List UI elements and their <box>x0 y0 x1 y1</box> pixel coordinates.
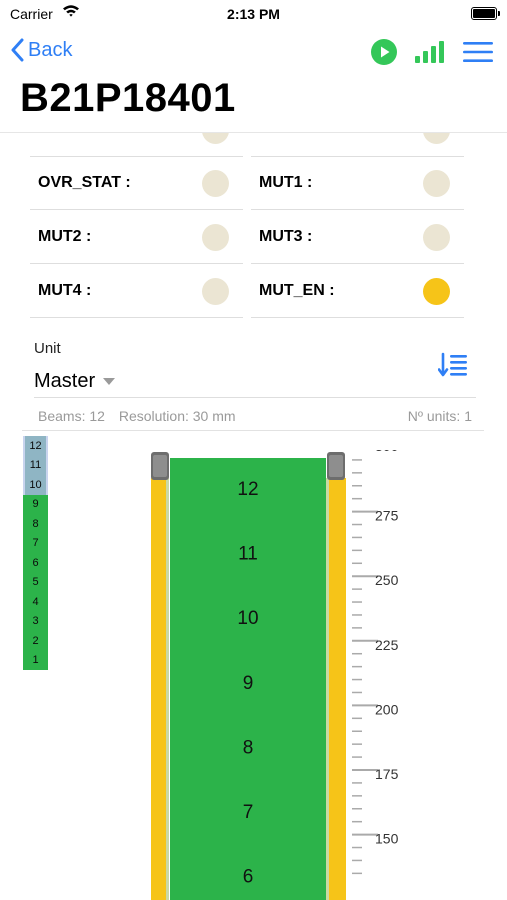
unit-label: Unit <box>34 340 61 357</box>
io-cell-mut-en: MUT_EN : <box>251 264 464 318</box>
chevron-down-icon <box>103 378 116 385</box>
page-title: B21P18401 <box>20 76 236 120</box>
io-cell-mut1: MUT1 : <box>251 156 464 210</box>
ruler-label-150: 150 <box>375 831 399 847</box>
io-cell-ovr-stat: OVR_STAT : <box>30 156 243 210</box>
io-cell-partial <box>251 133 464 157</box>
status-bar: Carrier 2:13 PM <box>0 0 507 28</box>
io-label: MUT_EN : <box>259 282 335 299</box>
ruler-label-225: 225 <box>375 637 399 653</box>
io-label: OVR_STAT : <box>38 174 131 191</box>
status-led <box>423 224 450 251</box>
ruler-label-275: 275 <box>375 508 399 524</box>
ruler-label-300: 300 <box>375 450 399 454</box>
ruler-label-175: 175 <box>375 766 399 782</box>
battery-icon <box>471 7 500 20</box>
emitter-cap-face <box>153 455 167 477</box>
io-cell-mut4: MUT4 : <box>30 264 243 318</box>
io-label: MUT3 : <box>259 228 313 245</box>
io-label: MUT2 : <box>38 228 92 245</box>
receiver-column <box>329 478 346 900</box>
status-led <box>423 133 450 144</box>
back-label: Back <box>28 38 73 61</box>
signal-strength-icon[interactable] <box>415 41 445 63</box>
ruler-label-200: 200 <box>375 701 399 717</box>
status-led <box>423 170 450 197</box>
beam-label-7: 7 <box>243 802 254 823</box>
receiver-cap-face <box>329 455 343 477</box>
info-divider <box>22 430 484 431</box>
beam-label-11: 11 <box>238 544 258 565</box>
status-led <box>202 170 229 197</box>
menu-icon[interactable] <box>463 41 493 63</box>
io-label: MUT4 : <box>38 282 92 299</box>
unit-dropdown[interactable]: Master <box>34 370 116 393</box>
resolution: Resolution: 30 mm <box>118 408 236 424</box>
sort-icon[interactable] <box>438 352 468 378</box>
beam-label-12: 12 <box>237 479 258 500</box>
unit-divider <box>34 397 476 398</box>
back-button[interactable]: Back <box>10 38 72 62</box>
emitter-edge <box>166 478 169 900</box>
navigation-bar: Back <box>0 30 507 76</box>
status-led <box>202 278 229 305</box>
status-led-active <box>423 278 450 305</box>
chevron-left-icon <box>11 38 24 62</box>
unit-value: Master <box>34 370 96 392</box>
io-cell-mut2: MUT2 : <box>30 210 243 264</box>
emitter-column <box>151 478 168 900</box>
unit-selector-block: Unit Master <box>34 340 476 392</box>
play-icon[interactable] <box>371 39 397 65</box>
beam-label-9: 9 <box>243 673 254 694</box>
beam-label-6: 6 <box>243 867 254 888</box>
beams-count: Beams: 12 <box>38 408 105 424</box>
units-count: Nº units: 1 <box>407 408 472 424</box>
status-led <box>202 133 229 144</box>
status-led <box>202 224 229 251</box>
receiver-edge <box>326 478 329 900</box>
io-cell-partial <box>30 133 243 157</box>
unit-info-row: Beams: 12 Resolution: 30 mm Nº units: 1 <box>38 408 472 424</box>
io-cell-mut3: MUT3 : <box>251 210 464 264</box>
beam-label-10: 10 <box>237 608 258 629</box>
io-status-grid: OVR_STAT : MUT1 : MUT2 : MUT3 : MUT4 : M… <box>0 133 507 319</box>
light-curtain-view: 12 11 10 9 8 7 6 300 275 250 225 200 175 150 <box>151 450 399 900</box>
beam-label-8: 8 <box>243 737 254 758</box>
clock: 2:13 PM <box>227 6 280 22</box>
io-label: MUT1 : <box>259 174 313 191</box>
ruler-label-250: 250 <box>375 572 399 588</box>
